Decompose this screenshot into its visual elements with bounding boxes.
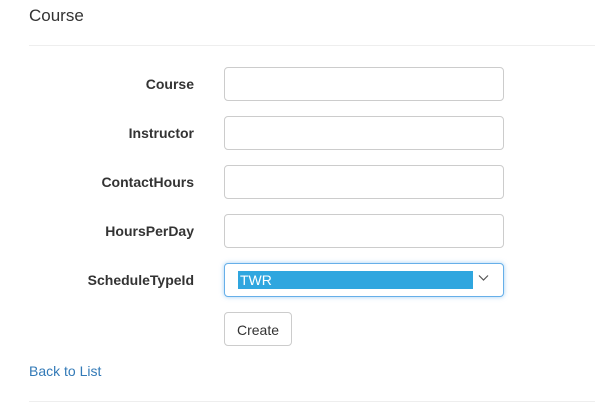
form-row-course: Course — [0, 67, 595, 101]
page-title: Course — [29, 6, 84, 25]
create-button[interactable]: Create — [224, 312, 292, 346]
contact-hours-label: ContactHours — [101, 174, 194, 190]
contact-hours-input[interactable] — [224, 165, 504, 199]
instructor-input[interactable] — [224, 116, 504, 150]
schedule-type-selected-value: TWR — [238, 271, 473, 289]
form-row-hours-per-day: HoursPerDay — [0, 214, 595, 248]
course-input[interactable] — [224, 67, 504, 101]
back-to-list-link[interactable]: Back to List — [29, 362, 101, 380]
page: Course Course Instructor ContactHours Ho… — [0, 0, 595, 413]
form-row-contact-hours: ContactHours — [0, 165, 595, 199]
hours-per-day-label: HoursPerDay — [105, 223, 194, 239]
schedule-type-select[interactable]: TWR — [224, 263, 504, 297]
instructor-label: Instructor — [128, 125, 194, 141]
hours-per-day-input[interactable] — [224, 214, 504, 248]
bottom-divider — [29, 401, 595, 402]
form-row-instructor: Instructor — [0, 116, 595, 150]
chevron-down-icon — [478, 275, 489, 281]
top-divider — [29, 45, 595, 46]
course-label: Course — [145, 76, 194, 92]
schedule-type-label: ScheduleTypeId — [87, 272, 194, 288]
form-row-schedule-type: ScheduleTypeId TWR — [0, 263, 595, 297]
